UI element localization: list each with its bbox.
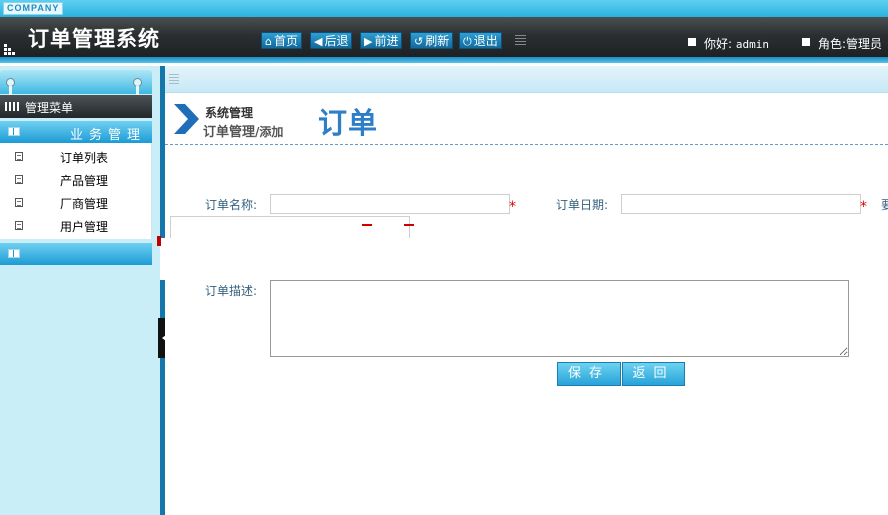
sidebar-item-products[interactable]: 产品管理 xyxy=(0,168,152,191)
overlay-mark xyxy=(157,236,161,246)
home-button[interactable]: ⌂ 首页 xyxy=(261,32,302,49)
sidebar-item-label: 订单列表 xyxy=(60,151,109,165)
user-role: 角色:管理员 xyxy=(818,35,882,52)
splitter-bar[interactable] xyxy=(160,66,165,515)
power-icon: ⏻ xyxy=(463,35,472,48)
top-strip xyxy=(0,0,888,17)
greeting-label: 你好: xyxy=(704,37,733,51)
book-icon xyxy=(8,249,20,258)
overlay-blank xyxy=(160,238,888,280)
refresh-icon: ↺ xyxy=(414,35,424,48)
sidebar-item-label: 产品管理 xyxy=(60,174,109,188)
grid-icon xyxy=(5,102,19,111)
list-icon xyxy=(169,74,179,84)
forward-label: 前进 xyxy=(374,34,399,48)
title-divider xyxy=(165,144,888,145)
overlay-mark xyxy=(362,224,372,226)
order-desc-label: 订单描述: xyxy=(205,284,258,298)
overlay-mark xyxy=(404,224,414,226)
breadcrumb-root: 系统管理 xyxy=(205,106,254,120)
order-name-label: 订单名称: xyxy=(205,198,258,212)
document-icon xyxy=(15,175,23,184)
required-mark: * xyxy=(860,199,867,215)
arrow-right-icon: ▶ xyxy=(364,35,373,48)
back-button[interactable]: 返回 xyxy=(622,362,685,386)
sidebar-top-bar xyxy=(0,70,152,94)
refresh-label: 刷新 xyxy=(425,34,450,48)
page-title: 订单 xyxy=(318,106,379,140)
chevron-right-icon xyxy=(174,104,199,134)
header-bottom-stripe xyxy=(0,57,888,63)
pin-icon xyxy=(6,78,15,96)
user-greeting: 你好: admin xyxy=(704,35,769,52)
order-name-input[interactable] xyxy=(270,194,510,214)
logout-label: 退出 xyxy=(473,34,498,48)
arrow-left-icon: ◀ xyxy=(314,35,323,48)
document-icon xyxy=(15,221,23,230)
sidebar-item-order-list[interactable]: 订单列表 xyxy=(0,145,152,168)
role-bullet-icon xyxy=(802,38,810,46)
home-icon: ⌂ xyxy=(265,35,272,48)
content-top-bar xyxy=(165,66,888,93)
book-icon xyxy=(8,127,20,136)
pin-icon xyxy=(133,78,142,96)
sidebar-item-label: 用户管理 xyxy=(60,220,109,234)
breadcrumb: 订单管理/添加 xyxy=(203,121,283,140)
logout-button[interactable]: ⏻ 退出 xyxy=(459,32,502,49)
section-header-business[interactable]: 业务管理 xyxy=(0,121,152,143)
app-title: 订单管理系统 xyxy=(28,27,160,51)
back-nav-label: 后退 xyxy=(324,34,349,48)
order-date-label: 订单日期: xyxy=(556,198,609,212)
menu-title: 管理菜单 xyxy=(25,101,74,115)
section-header-collapsed[interactable] xyxy=(0,243,152,265)
username: admin xyxy=(735,38,769,51)
role-label: 角色: xyxy=(818,37,847,51)
refresh-button[interactable]: ↺ 刷新 xyxy=(410,32,454,49)
cut-off-label: 要 xyxy=(881,198,888,212)
required-mark: * xyxy=(509,199,516,215)
sidebar-item-label: 厂商管理 xyxy=(60,197,109,211)
collapse-sidebar-handle[interactable] xyxy=(158,318,166,358)
sidebar-item-vendors[interactable]: 厂商管理 xyxy=(0,191,152,214)
app-logo-icon xyxy=(4,44,16,55)
save-button[interactable]: 保存 xyxy=(557,362,621,386)
breadcrumb-path: 订单管理 xyxy=(203,125,256,140)
section-title: 业务管理 xyxy=(70,128,147,143)
company-logo: COMPANY xyxy=(3,2,64,15)
forward-button[interactable]: ▶ 前进 xyxy=(360,32,403,49)
sidebar-item-users[interactable]: 用户管理 xyxy=(0,214,152,237)
document-icon xyxy=(15,198,23,207)
order-desc-textarea[interactable] xyxy=(270,280,849,357)
role-value: 管理员 xyxy=(846,37,883,51)
order-date-input[interactable] xyxy=(621,194,861,214)
back-nav-button[interactable]: ◀ 后退 xyxy=(310,32,353,49)
overlay-remnant xyxy=(170,216,410,238)
toolbar-separator-icon xyxy=(515,35,526,47)
home-label: 首页 xyxy=(273,34,298,48)
document-icon xyxy=(15,152,23,161)
menu-header: 管理菜单 xyxy=(0,95,152,118)
user-bullet-icon xyxy=(688,38,696,46)
breadcrumb-action: /添加 xyxy=(255,125,284,139)
